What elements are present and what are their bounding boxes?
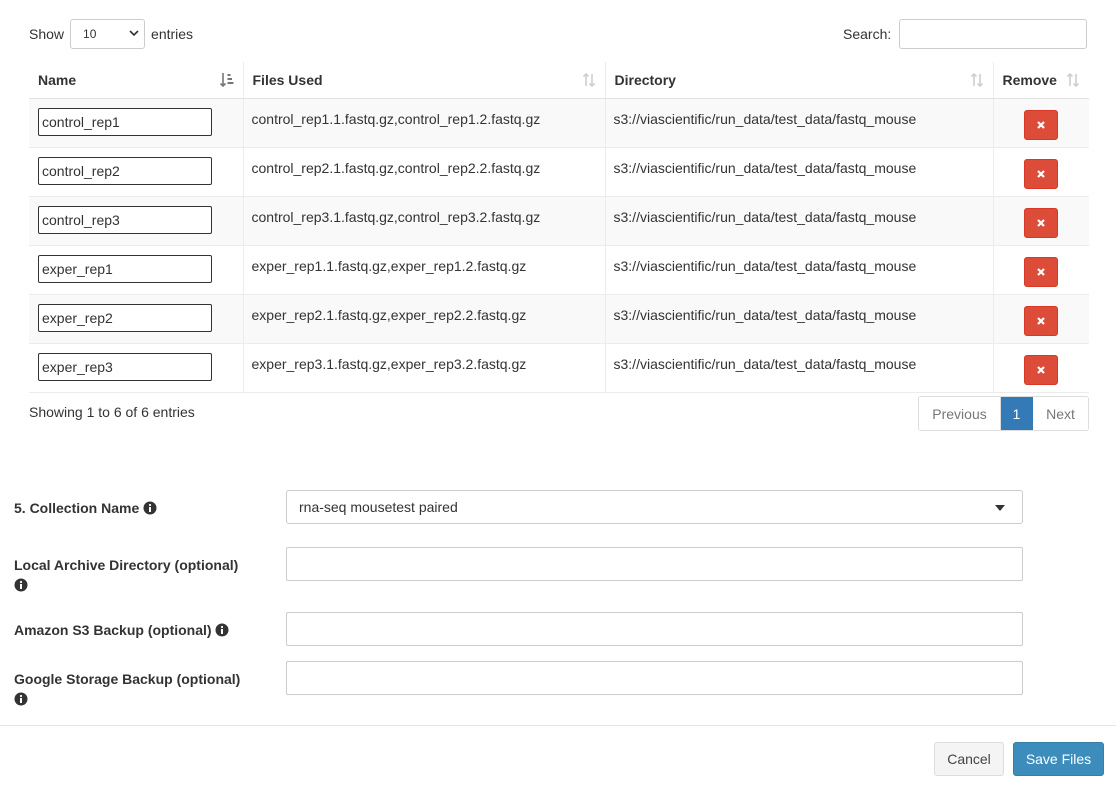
table-row: exper_rep2.1.fastq.gz,exper_rep2.2.fastq… [29, 294, 1089, 344]
search-control: Search: [843, 19, 1088, 49]
sample-name-input[interactable] [38, 352, 212, 381]
table-header-row: Name Files Used Directory Remove [29, 62, 1089, 99]
gs-backup-label-row: Google Storage Backup (optional) [14, 669, 264, 709]
pagination: Previous 1 Next [918, 396, 1089, 431]
cancel-button[interactable]: Cancel [934, 742, 1004, 776]
files-used-cell: control_rep1.1.fastq.gz,control_rep1.2.f… [243, 98, 606, 148]
sample-name-input[interactable] [38, 107, 212, 136]
collection-name-label: 5. Collection Name [14, 500, 140, 516]
search-input[interactable] [899, 19, 1088, 49]
sort-both-icon [582, 72, 595, 88]
collection-name-select[interactable]: rna-seq mousetest paired [286, 490, 1023, 524]
pagination-previous[interactable]: Previous [919, 397, 1001, 430]
remove-button[interactable] [1024, 256, 1059, 287]
table-row: control_rep3.1.fastq.gz,control_rep3.2.f… [29, 196, 1089, 246]
table-row: exper_rep1.1.fastq.gz,exper_rep1.2.fastq… [29, 245, 1089, 295]
files-used-cell: control_rep3.1.fastq.gz,control_rep3.2.f… [243, 196, 606, 246]
s3-backup-input[interactable] [286, 612, 1023, 646]
sort-asc-icon [219, 73, 233, 88]
sample-name-input[interactable] [38, 156, 212, 185]
files-used-cell: exper_rep1.1.fastq.gz,exper_rep1.2.fastq… [243, 245, 606, 295]
info-icon[interactable] [14, 692, 28, 706]
sample-name-input[interactable] [38, 254, 212, 283]
directory-cell: s3://viascientific/run_data/test_data/fa… [605, 147, 994, 197]
directory-cell: s3://viascientific/run_data/test_data/fa… [605, 98, 994, 148]
close-icon [1037, 218, 1046, 227]
show-label: Show [29, 26, 65, 42]
s3-backup-label: Amazon S3 Backup (optional) [14, 622, 212, 638]
directory-cell: s3://viascientific/run_data/test_data/fa… [605, 196, 994, 246]
remove-button[interactable] [1024, 158, 1059, 189]
name-cell [29, 245, 244, 295]
sort-both-icon [1066, 72, 1080, 88]
files-table: Name Files Used Directory Remove control… [29, 62, 1089, 393]
close-icon [1037, 365, 1046, 374]
gs-backup-label: Google Storage Backup (optional) [14, 671, 241, 687]
remove-button[interactable] [1024, 354, 1059, 385]
column-header-name[interactable]: Name [29, 62, 244, 99]
table-info: Showing 1 to 6 of 6 entries [29, 404, 195, 420]
local-archive-input[interactable] [286, 547, 1023, 581]
name-cell [29, 196, 244, 246]
remove-cell [993, 147, 1089, 197]
remove-cell [993, 294, 1089, 344]
remove-cell [993, 98, 1089, 148]
remove-cell [993, 245, 1089, 295]
modal-footer-divider [0, 725, 1116, 726]
column-header-remove[interactable]: Remove [993, 62, 1089, 99]
info-icon[interactable] [215, 623, 229, 637]
table-row: exper_rep3.1.fastq.gz,exper_rep3.2.fastq… [29, 343, 1089, 393]
column-header-label: Name [38, 71, 77, 88]
name-cell [29, 343, 244, 393]
table-row: control_rep1.1.fastq.gz,control_rep1.2.f… [29, 98, 1089, 148]
column-header-files-used[interactable]: Files Used [243, 62, 606, 99]
sample-name-input[interactable] [38, 303, 212, 332]
entries-select[interactable]: 10 [70, 19, 146, 49]
close-icon [1037, 169, 1046, 178]
entries-select-wrap: 10 [70, 19, 146, 49]
remove-cell [993, 196, 1089, 246]
info-icon[interactable] [14, 578, 28, 592]
sample-name-input[interactable] [38, 205, 212, 234]
column-header-directory[interactable]: Directory [605, 62, 994, 99]
gs-backup-input[interactable] [286, 661, 1023, 695]
collection-name-value: rna-seq mousetest paired [299, 499, 458, 515]
name-cell [29, 294, 244, 344]
files-used-cell: control_rep2.1.fastq.gz,control_rep2.2.f… [243, 147, 606, 197]
files-used-cell: exper_rep2.1.fastq.gz,exper_rep2.2.fastq… [243, 294, 606, 344]
close-icon [1037, 120, 1046, 129]
column-header-label: Directory [614, 71, 676, 88]
length-control: Show 10 entries [29, 19, 193, 49]
table-row: control_rep2.1.fastq.gz,control_rep2.2.f… [29, 147, 1089, 197]
remove-button[interactable] [1024, 207, 1059, 238]
directory-cell: s3://viascientific/run_data/test_data/fa… [605, 294, 994, 344]
column-header-label: Files Used [252, 71, 323, 88]
close-icon [1037, 316, 1046, 325]
name-cell [29, 98, 244, 148]
pagination-next[interactable]: Next [1033, 397, 1088, 430]
pagination-page-current[interactable]: 1 [1001, 397, 1033, 430]
column-header-label: Remove [1002, 71, 1057, 88]
caret-down-icon [995, 505, 1005, 511]
entries-label: entries [151, 26, 194, 42]
s3-backup-label-row: Amazon S3 Backup (optional) [14, 620, 264, 640]
directory-cell: s3://viascientific/run_data/test_data/fa… [605, 245, 994, 295]
save-files-button[interactable]: Save Files [1013, 742, 1104, 776]
sort-both-icon [970, 72, 983, 88]
page: Show 10 entries Search: Name Files Used … [0, 0, 1116, 786]
remove-button[interactable] [1024, 109, 1059, 140]
collection-name-label-row: 5. Collection Name [14, 498, 264, 518]
info-icon[interactable] [143, 501, 157, 515]
remove-cell [993, 343, 1089, 393]
search-label: Search: [843, 26, 892, 42]
close-icon [1037, 267, 1046, 276]
remove-button[interactable] [1024, 305, 1059, 336]
files-used-cell: exper_rep3.1.fastq.gz,exper_rep3.2.fastq… [243, 343, 606, 393]
local-archive-label-row: Local Archive Directory (optional) [14, 555, 264, 595]
directory-cell: s3://viascientific/run_data/test_data/fa… [605, 343, 994, 393]
local-archive-label: Local Archive Directory (optional) [14, 557, 239, 573]
name-cell [29, 147, 244, 197]
